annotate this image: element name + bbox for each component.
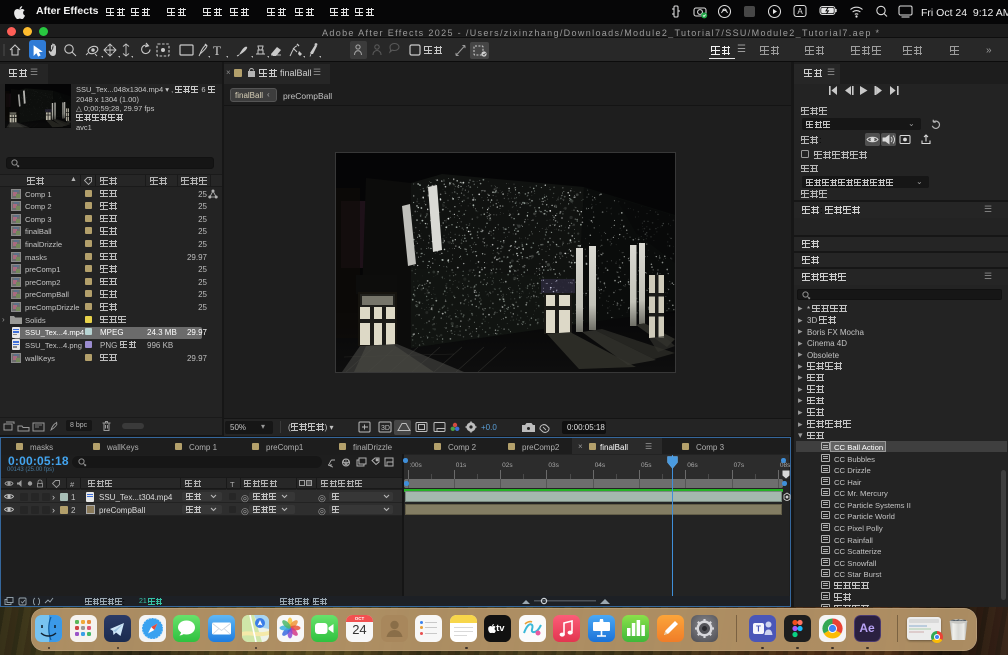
svg-text:T: T [213, 43, 221, 58]
svg-text:A: A [797, 7, 803, 16]
svg-text:T: T [756, 624, 761, 633]
svg-text:3D: 3D [381, 425, 390, 432]
